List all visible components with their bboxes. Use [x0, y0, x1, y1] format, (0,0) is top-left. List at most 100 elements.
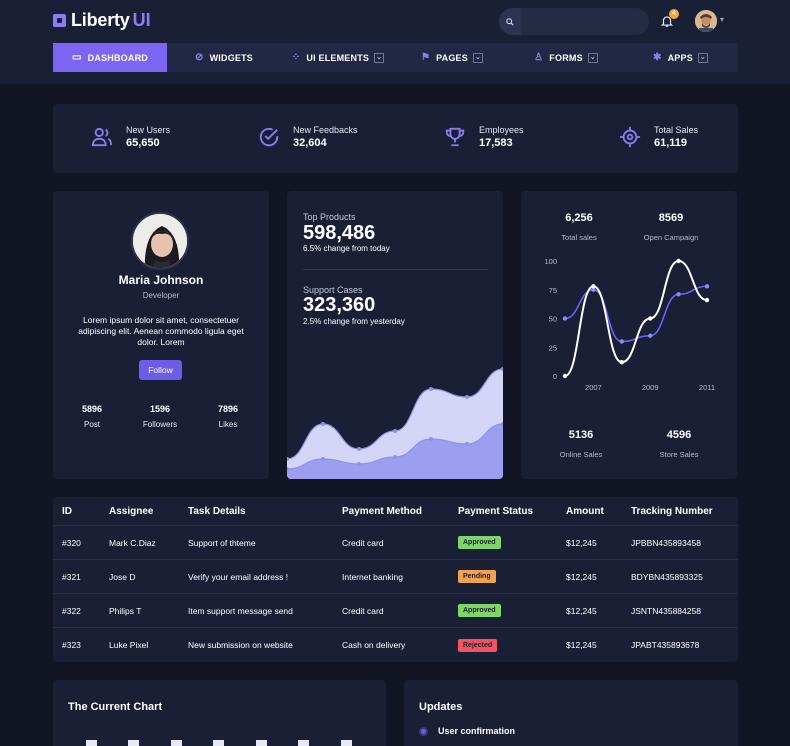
nav-pages[interactable]: ⚑ PAGES ⌄ [395, 43, 509, 72]
area-point [465, 442, 469, 446]
line-point [676, 258, 681, 264]
search-icon[interactable] [499, 8, 521, 35]
chart-bar [213, 740, 224, 746]
cell-amount: $12,245 [566, 571, 597, 582]
cell-assignee: Mark C.Diaz [109, 537, 156, 548]
logo[interactable]: Liberty UI [53, 10, 151, 30]
line-point [648, 333, 653, 338]
online-sales-label: Online Sales [559, 450, 603, 459]
column-header: Tracking Number [631, 505, 713, 517]
updates-card: Updates User confirmation [404, 680, 738, 746]
search-box[interactable] [499, 8, 649, 35]
search-input[interactable] [521, 15, 641, 28]
post-count: 5896 [81, 404, 103, 414]
cell-status: Rejected [458, 628, 498, 662]
stat-label: Total Sales [654, 125, 699, 135]
cell-id: #320 [62, 537, 81, 548]
nav-label: WIDGETS [209, 52, 253, 63]
top-products-change: 6.5% change from today [303, 244, 390, 253]
cell-tracking: JPBBN435893458 [631, 537, 701, 548]
online-sales-kpi: 5136 Online Sales [541, 429, 621, 459]
nav-label: APPS [667, 52, 693, 63]
cell-task: Support of thteme [188, 537, 256, 548]
online-sales-value: 5136 [568, 429, 594, 441]
column-header: Amount [566, 505, 604, 517]
stat-value: 17,583 [479, 137, 513, 149]
update-item-label: User confirmation [438, 726, 516, 736]
notification-badge: 4 [669, 9, 679, 19]
grid-icon: ⁘ [291, 52, 301, 63]
column-header: Task Details [188, 505, 246, 517]
cell-assignee: Jose D [109, 571, 136, 582]
cell-tracking: BDYBN435893325 [631, 571, 703, 582]
y-tick-label: 0 [553, 372, 557, 381]
nav-apps[interactable]: ✱ APPS ⌄ [623, 43, 738, 72]
followers-count: 1596 [149, 404, 171, 414]
store-sales-kpi: 4596 Store Sales [639, 429, 719, 459]
stat-label: New Feedbacks [293, 125, 358, 135]
cell-method: Internet banking [342, 571, 403, 582]
products-card: Top Products 598,486 6.5% change from to… [287, 191, 503, 479]
area-chart [287, 367, 503, 479]
asterisk-icon: ✱ [653, 52, 662, 63]
nav-label: FORMS [549, 52, 583, 63]
cell-id: #322 [62, 605, 81, 616]
cell-assignee: Luke Pixel [109, 640, 149, 650]
cell-id: #321 [62, 571, 81, 582]
timeline-dot-icon [419, 726, 428, 736]
table-row[interactable]: #320 Mark C.Diaz Support of thteme Credit c… [53, 526, 738, 560]
post-label: Post [83, 420, 100, 429]
follow-button[interactable]: Follow [139, 360, 182, 380]
cell-id: #323 [62, 640, 81, 650]
nav-widgets[interactable]: ⊘ WIDGETS [167, 43, 281, 72]
logo-accent-text: UI [132, 9, 151, 30]
area-point [465, 395, 469, 399]
crosshair-icon [619, 126, 641, 148]
user-icon: ♙ [534, 52, 544, 63]
update-item[interactable]: User confirmation [419, 726, 515, 736]
profile-avatar [131, 212, 189, 270]
table-row[interactable]: #323 Luke Pixel New submission on website C… [53, 628, 738, 662]
chart-bar [128, 740, 139, 746]
nav-ui-elements[interactable]: ⁘ UI ELEMENTS ⌄ [281, 43, 395, 72]
current-chart-card: The Current Chart [53, 680, 386, 746]
column-header: Payment Method [342, 505, 423, 517]
cell-status: Pending [458, 560, 496, 593]
nav-dashboard[interactable]: ▭ DASHBOARD [53, 43, 167, 72]
followers-stat: 1596 Followers [130, 404, 190, 429]
profile-bio: Lorem ipsum dolor sit amet, consectetuer… [78, 315, 244, 347]
stat-new-users: New Users 65,650 [91, 125, 170, 149]
flag-icon: ⚑ [420, 52, 431, 63]
table-row[interactable]: #322 Philips T Item support message send Cr… [53, 594, 738, 628]
main-nav: ▭ DASHBOARD ⊘ WIDGETS ⁘ UI ELEMENTS ⌄ ⚑ … [53, 43, 738, 72]
stat-value: 65,650 [126, 137, 160, 149]
stats-strip: New Users 65,650 New Feedbacks 32,604 Empl… [53, 104, 738, 173]
y-tick-label: 100 [544, 257, 557, 266]
area-point [393, 455, 397, 459]
chevron-down-icon[interactable]: ▾ [720, 15, 724, 24]
status-badge: Rejected [458, 638, 498, 652]
cell-amount: $12,245 [566, 537, 597, 548]
chevron-down-icon: ⌄ [472, 52, 484, 63]
area-point [393, 429, 397, 433]
cell-task: New submission on website [188, 640, 293, 650]
x-tick-label: 2011 [699, 383, 715, 392]
line-point [591, 284, 596, 289]
profile-role: Developer [142, 291, 180, 300]
nav-forms[interactable]: ♙ FORMS ⌄ [509, 43, 623, 72]
x-tick-label: 2009 [642, 383, 659, 392]
monitor-icon: ▭ [72, 52, 82, 63]
table-row[interactable]: #321 Jose D Verify your email address ! Int… [53, 560, 738, 594]
area-point [357, 447, 361, 451]
store-sales-value: 4596 [666, 429, 692, 441]
y-tick-label: 25 [549, 343, 557, 352]
chart-bar [341, 740, 352, 746]
area-point [321, 422, 325, 426]
cell-task: Item support message send [188, 605, 293, 616]
followers-label: Followers [142, 420, 178, 429]
line-point [562, 316, 568, 321]
cell-amount: $12,245 [566, 605, 597, 616]
user-avatar[interactable] [695, 10, 717, 32]
column-header: ID [62, 505, 72, 517]
post-stat: 5896 Post [62, 404, 122, 429]
